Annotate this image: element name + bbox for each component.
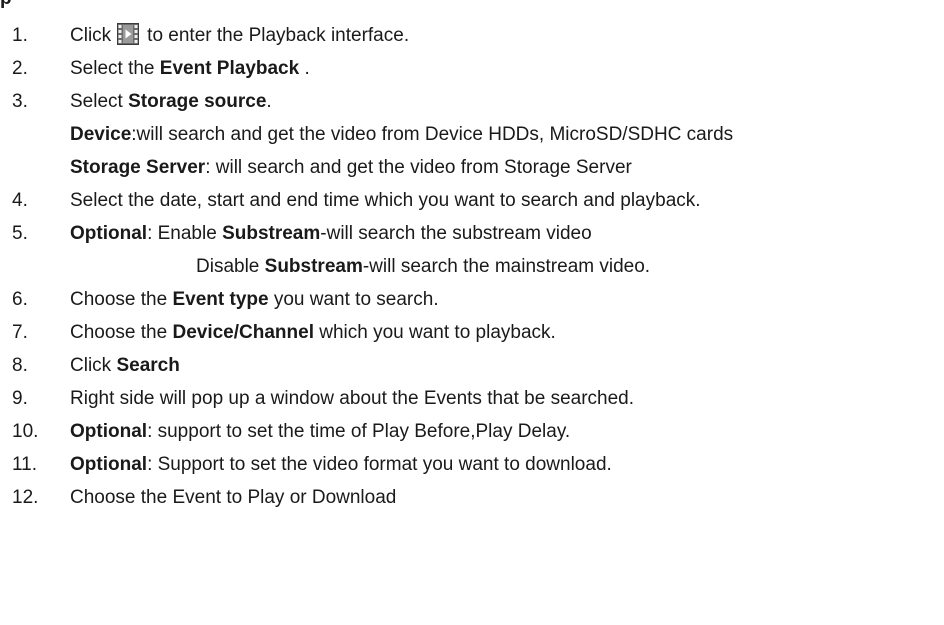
step-text: Choose the Event to Play or Download: [70, 487, 397, 508]
step-text: Storage Server: will search and get the …: [70, 151, 632, 184]
step-text-bold: Search: [116, 355, 180, 376]
step-text: Choose the Event type you want to search…: [70, 283, 439, 316]
step-text-part: you want to search.: [268, 289, 439, 310]
step-text: Optional: support to set the time of Pla…: [70, 415, 570, 448]
step-number: 4.: [12, 190, 28, 211]
step-number: 12.: [12, 487, 39, 508]
step-number: 10.: [12, 421, 39, 442]
step-number: 3.: [12, 91, 28, 112]
step-text-part: Disable: [196, 256, 265, 277]
step-text-part: : Enable: [147, 223, 223, 244]
step-text-part: Choose the: [70, 289, 173, 310]
step-text-part: -will search the substream video: [320, 223, 592, 244]
step-text-bold: Substream: [264, 256, 363, 277]
step-number: 11.: [12, 454, 38, 475]
step-number: 5.: [12, 223, 28, 244]
step-text-bold: Storage source: [128, 91, 267, 112]
step-text-part: Choose the: [70, 322, 173, 343]
step-text-bold: Event Playback: [159, 58, 300, 79]
step-text: Choose the Device/Channel which you want…: [70, 316, 556, 349]
step-text-bold: Optional: [70, 223, 148, 244]
step-text-part: : will search and get the video from Sto…: [205, 157, 632, 178]
cut-off-heading: p: [0, 0, 18, 8]
step-text: Disable Substream-will search the mainst…: [196, 250, 650, 283]
step-text-part: to enter the Playback interface.: [147, 25, 410, 46]
step-text: Click to enter the Playback interface.: [70, 19, 409, 52]
step-text-part: Select the: [70, 58, 160, 79]
step-text-part: which you want to playback.: [313, 322, 556, 343]
step-text-bold: Device: [70, 124, 132, 145]
step-text-part: .: [266, 91, 272, 112]
step-text-bold: Storage Server: [70, 157, 206, 178]
step-text: Select Storage source.: [70, 85, 272, 118]
step-text-bold: Substream: [222, 223, 321, 244]
step-text-part: .: [299, 58, 310, 79]
step-text: Select the Event Playback .: [70, 52, 310, 85]
step-number: 7.: [12, 322, 28, 343]
step-text-part: Select: [70, 91, 129, 112]
playback-film-icon[interactable]: [117, 23, 140, 45]
step-text-part: : support to set the time of Play Before…: [147, 421, 571, 442]
step-text: Optional: Enable Substream-will search t…: [70, 217, 592, 250]
step-text: Click Search: [70, 349, 180, 382]
step-text-bold: Event type: [172, 289, 269, 310]
step-text: Optional: Support to set the video forma…: [70, 448, 612, 481]
step-text-bold: Optional: [70, 421, 148, 442]
step-text-part: Click: [70, 355, 117, 376]
step-text: Select the date, start and end time whic…: [70, 190, 701, 211]
step-number: 6.: [12, 289, 28, 310]
step-number: 2.: [12, 58, 28, 79]
step-number: 1.: [12, 25, 28, 46]
step-text-bold: Device/Channel: [172, 322, 314, 343]
step-number: 8.: [12, 355, 28, 376]
step-text: Right side will pop up a window about th…: [70, 388, 635, 409]
step-text-part: -will search the mainstream video.: [362, 256, 651, 277]
step-number: 9.: [12, 388, 28, 409]
step-text: Device:will search and get the video fro…: [70, 118, 733, 151]
step-text-bold: Optional: [70, 454, 148, 475]
step-text-part: :will search and get the video from Devi…: [131, 124, 734, 145]
step-text-part: Click: [70, 25, 112, 46]
step-text-part: : Support to set the video format you wa…: [147, 454, 612, 475]
